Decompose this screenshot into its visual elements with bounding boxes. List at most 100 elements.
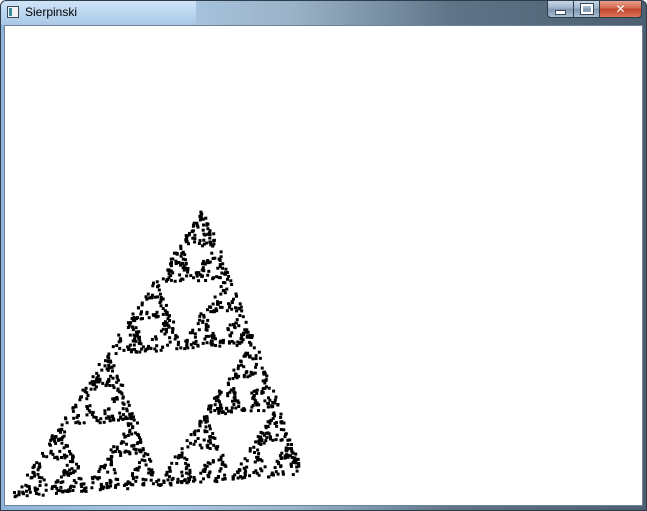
fractal-point — [45, 455, 49, 459]
fractal-point — [105, 482, 109, 485]
fractal-point — [197, 328, 201, 332]
fractal-point — [131, 312, 135, 316]
fractal-point — [202, 477, 205, 481]
fractal-point — [84, 489, 88, 493]
fractal-point — [231, 377, 235, 380]
fractal-point — [194, 439, 197, 443]
fractal-point — [224, 267, 228, 271]
fractal-point — [242, 373, 246, 377]
fractal-point — [32, 463, 36, 467]
fractal-point — [159, 348, 163, 352]
fractal-point — [166, 317, 170, 321]
fractal-point — [199, 420, 203, 424]
fractal-point — [154, 315, 158, 319]
fractal-point — [184, 234, 188, 238]
fractal-point — [186, 445, 190, 449]
fractal-point — [239, 462, 243, 466]
fractal-point — [207, 261, 211, 265]
title-area: Sierpinski — [1, 1, 196, 25]
fractal-point — [71, 489, 75, 492]
fractal-point — [179, 480, 183, 484]
fractal-point — [202, 315, 206, 319]
fractal-point — [280, 420, 284, 424]
fractal-point — [243, 408, 247, 412]
fractal-point — [209, 404, 213, 408]
fractal-point — [84, 486, 88, 490]
fractal-point — [150, 338, 154, 341]
fractal-point — [68, 460, 72, 464]
fractal-point — [65, 463, 69, 467]
fractal-point — [224, 464, 228, 468]
fractal-point — [183, 456, 187, 460]
close-button[interactable]: ✕ — [599, 1, 642, 18]
fractal-point — [150, 468, 154, 472]
fractal-point — [68, 468, 72, 472]
fractal-point — [236, 399, 240, 403]
fractal-point — [130, 348, 134, 352]
fractal-point — [189, 441, 192, 445]
fractal-point — [248, 354, 252, 358]
fractal-point — [231, 323, 235, 327]
fractal-point — [203, 337, 207, 341]
fractal-point — [259, 467, 263, 471]
fractal-point — [198, 443, 202, 447]
fractal-point — [161, 312, 165, 316]
fractal-point — [122, 413, 125, 417]
fractal-point — [184, 258, 187, 262]
fractal-point — [281, 470, 285, 474]
fractal-point — [246, 334, 249, 338]
fractal-point — [72, 485, 76, 489]
drawing-canvas[interactable] — [4, 25, 643, 506]
fractal-point — [217, 389, 221, 393]
fractal-point — [176, 477, 180, 481]
fractal-point — [270, 405, 274, 409]
fractal-point — [211, 302, 215, 306]
fractal-point — [184, 461, 188, 465]
fractal-point — [262, 409, 266, 413]
fractal-point — [212, 239, 216, 243]
fractal-point — [38, 465, 42, 469]
fractal-point — [267, 396, 270, 400]
fractal-point — [157, 288, 161, 292]
fractal-point — [97, 476, 101, 480]
fractal-point — [225, 309, 229, 313]
fractal-point — [143, 459, 147, 463]
fractal-point — [38, 480, 42, 484]
fractal-point — [75, 462, 78, 466]
fractal-point — [218, 276, 222, 280]
fractal-point — [126, 487, 130, 491]
fractal-point — [207, 439, 211, 443]
minimize-button[interactable] — [547, 1, 573, 18]
fractal-point — [103, 412, 107, 416]
fractal-point — [256, 456, 259, 460]
fractal-point — [211, 432, 215, 435]
fractal-point — [180, 470, 184, 474]
fractal-point — [147, 316, 151, 320]
fractal-point — [155, 280, 159, 284]
fractal-point — [71, 409, 75, 413]
fractal-point — [235, 318, 239, 322]
fractal-point — [227, 274, 231, 278]
fractal-point — [264, 424, 268, 428]
title-bar[interactable]: Sierpinski ✕ — [1, 1, 646, 25]
fractal-point — [133, 334, 137, 338]
fractal-point — [219, 285, 223, 289]
fractal-point — [279, 457, 283, 460]
fractal-point — [127, 324, 131, 328]
fractal-point — [290, 450, 294, 454]
fractal-point — [293, 456, 297, 460]
fractal-point — [99, 483, 103, 487]
fractal-point — [248, 447, 252, 451]
fractal-point — [254, 469, 258, 473]
fractal-point — [189, 274, 193, 278]
fractal-point — [201, 228, 205, 232]
fractal-point — [169, 262, 172, 266]
app-window-icon[interactable] — [7, 6, 19, 18]
fractal-point — [136, 306, 140, 310]
fractal-point — [157, 284, 161, 288]
fractal-point — [224, 412, 228, 416]
fractal-point — [138, 461, 141, 465]
fractal-point — [157, 478, 161, 482]
fractal-point — [169, 257, 173, 261]
maximize-button[interactable] — [573, 1, 599, 18]
